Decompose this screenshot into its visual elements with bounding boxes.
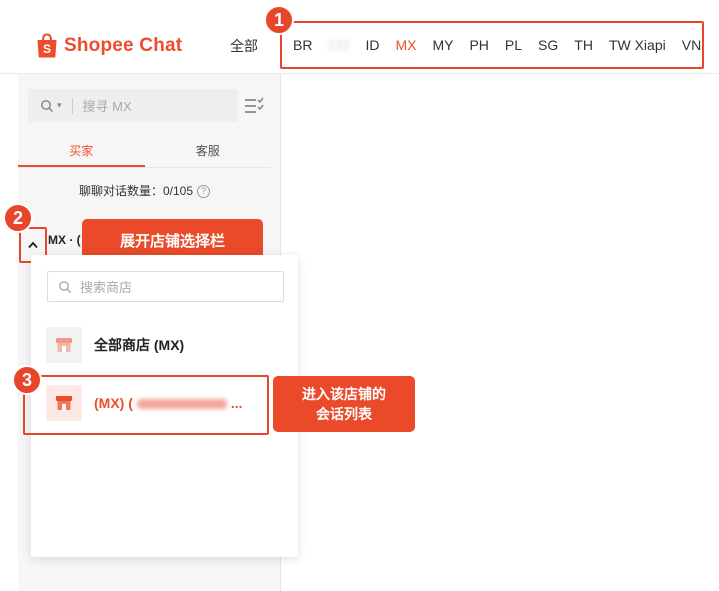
chevron-up-icon	[28, 241, 38, 249]
chat-count-label: 聊聊对话数量：0/105	[78, 184, 194, 198]
annotation-marker-3: 3	[12, 365, 42, 395]
logo-text: Shopee Chat	[64, 35, 183, 56]
store-icon	[46, 327, 82, 363]
shop-search-placeholder: 搜索商店	[80, 280, 133, 295]
tab-buyer[interactable]: 买家	[18, 140, 145, 167]
region-tab-br[interactable]: BR	[293, 37, 312, 53]
search-type-caret-icon[interactable]: ▾	[57, 100, 62, 111]
shop-item-all[interactable]: 全部商店 (MX)	[46, 327, 184, 363]
callout-enter-line1: 进入该店铺的	[302, 386, 386, 402]
conversation-tabs: 买家 客服	[18, 140, 271, 168]
shopee-chat-logo: S Shopee Chat	[36, 32, 182, 60]
region-tab-ph[interactable]: PH	[469, 37, 488, 53]
annotation-marker-2: 2	[3, 203, 33, 233]
tab-customer-service[interactable]: 客服	[145, 140, 272, 167]
shop-name-all: 全部商店 (MX)	[94, 337, 185, 353]
search-divider	[71, 97, 73, 114]
search-row: ▾ 搜寻 MX	[28, 89, 268, 122]
conversation-search-input[interactable]: ▾ 搜寻 MX	[28, 89, 238, 122]
region-tab-my[interactable]: MY	[432, 37, 453, 53]
shop-search-input[interactable]: 搜索商店	[47, 271, 284, 302]
annotation-marker-1: 1	[264, 5, 294, 35]
filter-list-icon[interactable]	[244, 97, 264, 115]
search-icon	[41, 99, 54, 112]
search-placeholder: 搜寻 MX	[82, 99, 132, 114]
app-header: S Shopee Chat 全部 BR CO ID MX MY PH PL SG TH TW Xi…	[0, 0, 719, 74]
region-tab-th[interactable]: TH	[574, 37, 593, 53]
region-tab-id[interactable]: ID	[365, 37, 379, 53]
svg-text:S: S	[43, 42, 51, 56]
search-icon	[59, 280, 71, 293]
region-tabs: BR CO ID MX MY PH PL SG TH TW Xiapi VN	[280, 21, 704, 69]
callout-enter-line2: 会话列表	[316, 406, 372, 422]
current-shop-label[interactable]: MX · (	[48, 233, 81, 247]
region-tab-pl[interactable]: PL	[505, 37, 522, 53]
region-all-tab[interactable]: 全部	[230, 36, 258, 56]
callout-enter-shop: 进入该店铺的 会话列表	[273, 376, 415, 432]
region-tab-sg[interactable]: SG	[538, 37, 558, 53]
region-tab-tw-xiapi[interactable]: TW Xiapi	[609, 37, 666, 53]
shop-highlight-box	[23, 375, 269, 435]
region-tab-co[interactable]: CO	[328, 37, 349, 53]
help-icon[interactable]: ?	[197, 185, 211, 199]
region-tab-vn[interactable]: VN	[682, 37, 701, 53]
shopping-bag-icon: S	[37, 33, 57, 58]
chat-count-row: 聊聊对话数量：0/105?	[18, 182, 271, 199]
region-tab-mx[interactable]: MX	[395, 37, 416, 53]
